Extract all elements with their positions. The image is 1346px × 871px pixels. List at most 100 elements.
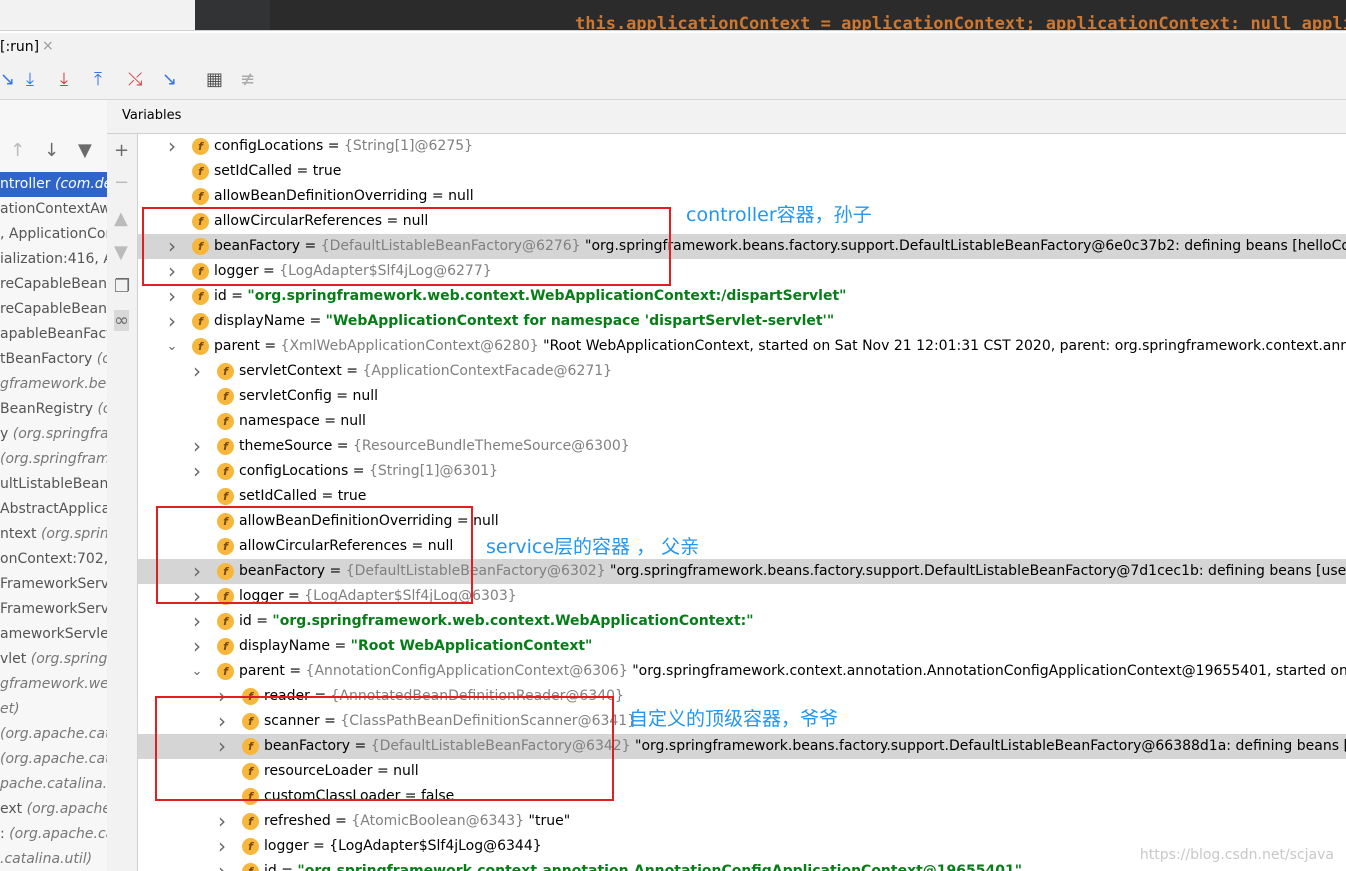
variable-value: true bbox=[312, 163, 342, 179]
chevron-right-icon[interactable]: › bbox=[190, 359, 204, 384]
variable-text: servletConfig = null bbox=[239, 384, 378, 409]
variable-text: allowBeanDefinitionOverriding = null bbox=[214, 184, 474, 209]
frame-method: y bbox=[0, 426, 9, 442]
close-icon[interactable]: × bbox=[42, 38, 54, 54]
frame-class: (org.apache.cat bbox=[0, 751, 108, 767]
chevron-right-icon[interactable]: › bbox=[165, 284, 179, 309]
chevron-right-icon[interactable]: › bbox=[165, 134, 179, 159]
variable-row[interactable]: › f id = "org.springframework.web.context.… bbox=[138, 284, 1346, 309]
frame-item[interactable]: AbstractApplica bbox=[0, 497, 107, 522]
frame-item[interactable]: tBeanFactory (o bbox=[0, 347, 107, 372]
frame-item[interactable]: FrameworkServl bbox=[0, 597, 107, 622]
frame-item[interactable]: ext (org.apache. bbox=[0, 797, 107, 822]
variable-row[interactable]: f namespace = null bbox=[138, 409, 1346, 434]
frame-method: vlet bbox=[0, 651, 27, 667]
copy-icon[interactable]: ❐ bbox=[114, 276, 130, 297]
variable-text: displayName = "Root WebApplicationContex… bbox=[239, 634, 592, 659]
frame-item[interactable]: onContext:702, I bbox=[0, 547, 107, 572]
step-over-icon[interactable]: ↘ bbox=[0, 71, 15, 89]
frame-class: (org.apache. bbox=[26, 801, 108, 817]
frame-item[interactable]: BeanRegistry (o bbox=[0, 397, 107, 422]
chevron-right-icon[interactable]: › bbox=[190, 634, 204, 659]
frame-item[interactable]: vlet (org.springfr bbox=[0, 647, 107, 672]
variable-row[interactable]: › f servletContext = {ApplicationContextFa… bbox=[138, 359, 1346, 384]
force-step-into-icon[interactable]: ⤓ bbox=[60, 71, 68, 89]
run-to-cursor-icon[interactable]: ↘ bbox=[162, 71, 177, 89]
frame-item[interactable]: , ApplicationCon bbox=[0, 222, 107, 247]
move-down-icon[interactable]: ▼ bbox=[114, 242, 128, 263]
drop-frame-icon[interactable]: ⤯ bbox=[128, 71, 142, 89]
frame-item[interactable]: ationContextAwa bbox=[0, 197, 107, 222]
frame-item[interactable]: .catalina.util) bbox=[0, 847, 107, 871]
tab-run[interactable]: [:run] bbox=[0, 39, 39, 55]
variable-row[interactable]: › f id = "org.springframework.web.context.… bbox=[138, 609, 1346, 634]
frame-item[interactable]: ntext (org.spring bbox=[0, 522, 107, 547]
frame-class: .catalina.util) bbox=[0, 851, 93, 867]
frame-item[interactable]: (org.apache.cata bbox=[0, 722, 107, 747]
frame-item[interactable]: apableBeanFact bbox=[0, 322, 107, 347]
variable-row[interactable]: › f displayName = "WebApplicationContext f… bbox=[138, 309, 1346, 334]
variable-row[interactable]: f servletConfig = null bbox=[138, 384, 1346, 409]
frame-item[interactable]: y (org.springfra bbox=[0, 422, 107, 447]
chevron-right-icon[interactable]: › bbox=[190, 459, 204, 484]
variable-string: "org.springframework.web.context.WebAppl… bbox=[272, 613, 754, 629]
arrow-up-icon[interactable]: ↑ bbox=[10, 140, 25, 161]
chevron-right-icon[interactable]: › bbox=[190, 609, 204, 634]
frame-item[interactable]: gframework.wel bbox=[0, 672, 107, 697]
variable-row[interactable]: › f themeSource = {ResourceBundleThemeSour… bbox=[138, 434, 1346, 459]
variable-value: null bbox=[340, 413, 366, 429]
variable-ref: {AnnotationConfigApplicationContext@6306… bbox=[305, 663, 628, 679]
frame-item[interactable]: et) bbox=[0, 697, 107, 722]
chevron-right-icon[interactable]: › bbox=[215, 859, 229, 871]
variable-row[interactable]: › f configLocations = {String[1]@6275} bbox=[138, 134, 1346, 159]
frame-item[interactable]: ialization:416, A bbox=[0, 247, 107, 272]
variable-value: {LogAdapter$Slf4jLog@6344} bbox=[329, 838, 542, 854]
frame-item[interactable]: (org.springframe bbox=[0, 447, 107, 472]
add-watch-icon[interactable]: + bbox=[114, 140, 129, 161]
chevron-down-icon[interactable]: ⌄ bbox=[165, 334, 179, 359]
frame-method: ialization:416, A bbox=[0, 251, 108, 267]
variables-title: Variables bbox=[122, 108, 182, 123]
variable-row[interactable]: f setIdCalled = true bbox=[138, 159, 1346, 184]
chevron-down-icon[interactable]: ⌄ bbox=[190, 659, 204, 684]
field-icon: f bbox=[192, 163, 209, 180]
variable-ref: {XmlWebApplicationContext@6280} bbox=[280, 338, 539, 354]
frame-method: onContext:702, I bbox=[0, 551, 108, 567]
watermark: https://blog.csdn.net/scjava bbox=[1139, 847, 1334, 863]
step-out-icon[interactable]: ⤒ bbox=[94, 71, 102, 89]
remove-watch-icon[interactable]: − bbox=[114, 172, 129, 193]
equals-sign: = bbox=[284, 663, 306, 679]
equals-sign: = bbox=[259, 338, 281, 354]
frame-item[interactable]: FrameworkServl bbox=[0, 572, 107, 597]
variable-string: "Root WebApplicationContext" bbox=[350, 638, 593, 654]
frame-item[interactable]: ultListableBeanF bbox=[0, 472, 107, 497]
arrow-down-icon[interactable]: ↓ bbox=[44, 140, 59, 161]
glasses-icon[interactable]: ∞ bbox=[114, 310, 129, 331]
move-up-icon[interactable]: ▲ bbox=[114, 208, 128, 229]
variable-row[interactable]: › f refreshed = {AtomicBoolean@6343} "true… bbox=[138, 809, 1346, 834]
chevron-right-icon[interactable]: › bbox=[190, 434, 204, 459]
step-into-icon[interactable]: ⤓ bbox=[26, 71, 34, 89]
frame-item[interactable]: (org.apache.cat bbox=[0, 747, 107, 772]
frame-item[interactable]: pache.catalina.c bbox=[0, 772, 107, 797]
frame-item[interactable]: ntroller (com.de bbox=[0, 172, 107, 197]
frames-panel: ↑ ↓ ▼ ntroller (com.de ationContextAwa , … bbox=[0, 100, 108, 871]
frame-item[interactable]: reCapableBeanF bbox=[0, 272, 107, 297]
field-icon: f bbox=[217, 663, 234, 680]
chevron-right-icon[interactable]: › bbox=[165, 309, 179, 334]
frame-item[interactable]: : (org.apache.ca bbox=[0, 822, 107, 847]
chevron-right-icon[interactable]: › bbox=[215, 809, 229, 834]
frame-item[interactable]: gframework.bea bbox=[0, 372, 107, 397]
variable-row[interactable]: › f displayName = "Root WebApplicationCont… bbox=[138, 634, 1346, 659]
variable-row[interactable]: ⌄ f parent = {AnnotationConfigApplicationC… bbox=[138, 659, 1346, 684]
variable-row[interactable]: › f configLocations = {String[1]@6301} bbox=[138, 459, 1346, 484]
frame-item[interactable]: ameworkServlet (o bbox=[0, 622, 107, 647]
evaluate-expression-icon[interactable]: ▦ bbox=[206, 71, 223, 89]
variable-row[interactable]: ⌄ f parent = {XmlWebApplicationContext@628… bbox=[138, 334, 1346, 359]
frame-class: (org.apache.ca bbox=[9, 826, 108, 842]
frame-item[interactable]: reCapableBeanF bbox=[0, 297, 107, 322]
trace-icon[interactable]: ≢ bbox=[240, 71, 255, 89]
filter-icon[interactable]: ▼ bbox=[78, 140, 92, 161]
chevron-right-icon[interactable]: › bbox=[215, 834, 229, 859]
field-icon: f bbox=[242, 838, 259, 855]
